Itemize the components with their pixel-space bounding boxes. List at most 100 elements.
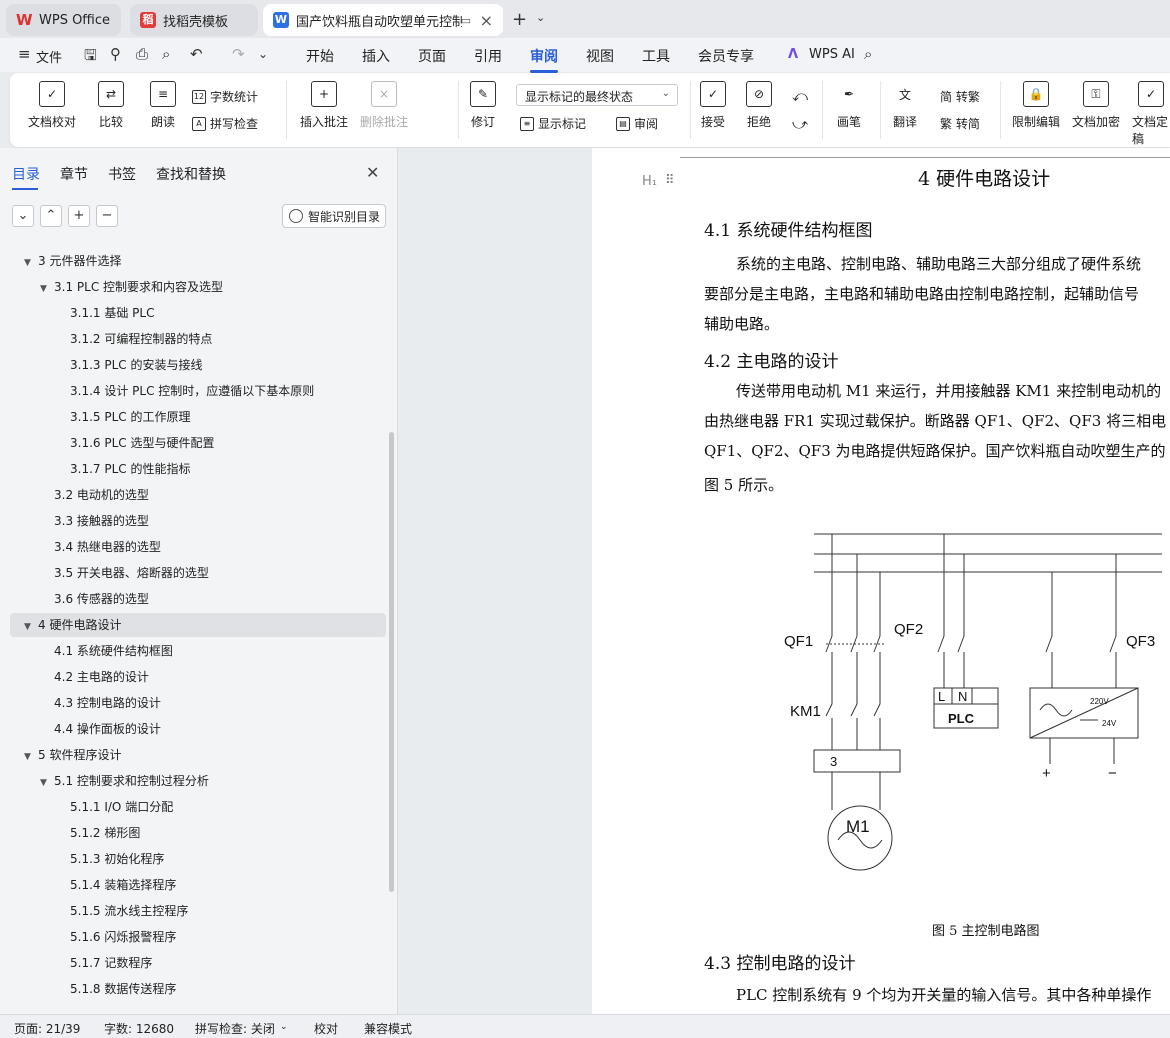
toc-item[interactable]: 5.1.5 流水线主控程序 xyxy=(56,898,188,924)
share-icon[interactable]: ⚲ xyxy=(110,45,121,63)
tab-bookmarks[interactable]: 书签 xyxy=(108,164,136,190)
markup-state-select[interactable]: 显示标记的最终状态 ⌄ xyxy=(516,84,678,106)
add-heading-button[interactable]: + xyxy=(68,205,90,227)
menu-file[interactable]: 文件 xyxy=(36,47,62,66)
toc-item[interactable]: 5.1.4 装箱选择程序 xyxy=(56,872,176,898)
toc-item[interactable]: ▼ 5 软件程序设计 xyxy=(24,742,121,768)
tab-find-replace[interactable]: 查找和替换 xyxy=(156,164,226,190)
menu-review[interactable]: 审阅 xyxy=(530,46,558,73)
toc-item[interactable]: 3.2 电动机的选型 xyxy=(40,482,149,508)
to-traditional-button[interactable]: 简 转繁 xyxy=(940,88,980,105)
toc-item[interactable]: 3.1.7 PLC 的性能指标 xyxy=(56,456,190,482)
toc-item[interactable]: 3.1.5 PLC 的工作原理 xyxy=(56,404,190,430)
toc-item[interactable]: 4.4 操作面板的设计 xyxy=(40,716,161,742)
toc-item[interactable]: 4.1 系统硬件结构框图 xyxy=(40,638,173,664)
encrypt-button[interactable]: ⚿ 文档加密 xyxy=(1072,81,1120,130)
doc-check-button[interactable]: ✓ 文档校对 xyxy=(28,81,76,130)
print-icon[interactable]: ⎙ xyxy=(136,45,148,63)
redo-icon[interactable]: ↷ xyxy=(232,45,245,63)
compare-button[interactable]: ⇄ 比较 xyxy=(98,81,124,130)
menu-home[interactable]: 开始 xyxy=(306,46,334,66)
monitor-icon[interactable]: ▭ xyxy=(461,14,471,27)
more-chevron-icon[interactable]: ⌄ xyxy=(258,47,268,61)
read-aloud-button[interactable]: ≡ 朗读 xyxy=(150,81,176,130)
toc-item[interactable]: ▼ 4 硬件电路设计 xyxy=(24,612,121,638)
menu-insert[interactable]: 插入 xyxy=(362,46,390,66)
insert-comment-button[interactable]: + 插入批注 xyxy=(300,81,348,130)
close-pane-icon[interactable]: ✕ xyxy=(366,163,379,182)
spell-check-status[interactable]: 拼写检查: 关闭 xyxy=(195,1020,275,1037)
revise-button[interactable]: ✎ 修订 xyxy=(470,81,496,130)
expand-down-button[interactable]: ⌄ xyxy=(12,205,34,227)
doc-final-button[interactable]: ✓ 文档定稿 xyxy=(1132,81,1170,147)
tab-docer-templates[interactable]: 稻 找稻壳模板 xyxy=(130,4,258,36)
wps-ai-icon[interactable]: ᐱ xyxy=(788,47,798,62)
word-count-button[interactable]: 12 字数统计 xyxy=(192,88,258,105)
remove-heading-button[interactable]: − xyxy=(96,205,118,227)
menu-reference[interactable]: 引用 xyxy=(474,46,502,66)
proof-status[interactable]: 校对 xyxy=(314,1020,338,1037)
toc-item[interactable]: ▼ 5.1 控制要求和控制过程分析 xyxy=(40,768,209,794)
menu-member[interactable]: 会员专享 xyxy=(698,46,754,66)
toc-item[interactable]: 3.3 接触器的选型 xyxy=(40,508,149,534)
to-simplified-button[interactable]: 繁 转简 xyxy=(940,115,980,132)
smart-toc-button[interactable]: 智能识别目录 xyxy=(282,204,386,228)
menu-wps-ai[interactable]: WPS AI xyxy=(809,47,855,62)
restrict-edit-button[interactable]: 🔒 限制编辑 xyxy=(1012,81,1060,130)
menu-view[interactable]: 视图 xyxy=(586,46,614,66)
next-change-icon[interactable]: ⤻ xyxy=(792,115,808,133)
toc-item[interactable]: 5.1.3 初始化程序 xyxy=(56,846,164,872)
toc-item[interactable]: 5.1.6 闪烁报警程序 xyxy=(56,924,176,950)
expand-triangle-icon[interactable]: ▼ xyxy=(40,276,54,302)
save-icon[interactable]: 🖫 xyxy=(84,45,97,70)
toc-item[interactable]: 3.1.6 PLC 选型与硬件配置 xyxy=(56,430,214,456)
toc-item[interactable]: ▼ 3 元件器件选择 xyxy=(24,248,121,274)
menu-tools[interactable]: 工具 xyxy=(642,46,670,66)
expand-triangle-icon[interactable]: ▼ xyxy=(24,744,38,770)
close-tab-icon[interactable]: × xyxy=(480,11,493,30)
toc-item[interactable]: ▼ 3.1 PLC 控制要求和内容及选型 xyxy=(40,274,223,300)
new-tab-plus-icon[interactable]: + xyxy=(512,9,527,30)
toc-item[interactable]: 3.5 开关电器、熔断器的选型 xyxy=(40,560,209,586)
toc-item[interactable]: 4.2 主电路的设计 xyxy=(40,664,149,690)
tab-chapters[interactable]: 章节 xyxy=(60,164,88,190)
tab-toc[interactable]: 目录 xyxy=(12,164,40,190)
toc-item[interactable]: 5.1.1 I/O 端口分配 xyxy=(56,794,173,820)
toc-item[interactable]: 3.1.3 PLC 的安装与接线 xyxy=(56,352,202,378)
toc-item[interactable]: 3.1.4 设计 PLC 控制时，应遵循以下基本原则 xyxy=(56,378,314,404)
print-preview-icon[interactable]: ⌕ xyxy=(162,45,170,63)
spell-check-button[interactable]: A 拼写检查 xyxy=(192,115,258,132)
pen-button[interactable]: ✒ 画笔 xyxy=(836,81,862,130)
accept-button[interactable]: ✓ 接受 xyxy=(700,81,726,130)
heading-style-icon[interactable]: H₁ xyxy=(642,174,657,189)
toc-item[interactable]: 5.1.8 数据传送程序 xyxy=(56,976,176,1002)
menu-page[interactable]: 页面 xyxy=(418,46,446,66)
expand-triangle-icon[interactable]: ▼ xyxy=(24,614,38,640)
document-page[interactable]: H₁ ⠿ 4 硬件电路设计 4.1 系统硬件结构框图 系统的主电路、控制电路、辅… xyxy=(592,148,1170,1014)
hamburger-menu-icon[interactable]: ≡ xyxy=(18,45,31,63)
review-pane-button[interactable]: ▤ 审阅 xyxy=(616,115,658,132)
toc-item[interactable]: 3.4 热继电器的选型 xyxy=(40,534,161,560)
collapse-up-button[interactable]: ⌃ xyxy=(40,205,62,227)
expand-triangle-icon[interactable]: ▼ xyxy=(40,770,54,796)
undo-icon[interactable]: ↶ xyxy=(190,45,203,63)
word-count-status[interactable]: 字数: 12680 xyxy=(104,1020,174,1037)
expand-triangle-icon[interactable]: ▼ xyxy=(24,250,38,276)
translate-button[interactable]: 文 翻译 xyxy=(892,81,918,130)
tab-document[interactable]: W 国产饮料瓶自动吹塑单元控制系统设计 ▭ × xyxy=(263,4,503,36)
toc-item[interactable]: 3.1.2 可编程控制器的特点 xyxy=(56,326,212,352)
chevron-down-icon[interactable]: ⌄ xyxy=(536,11,545,24)
reject-button[interactable]: ⊘ 拒绝 xyxy=(746,81,772,130)
tab-wps-office[interactable]: W WPS Office xyxy=(6,4,121,36)
toc-item[interactable]: 4.3 控制电路的设计 xyxy=(40,690,161,716)
scrollbar[interactable] xyxy=(389,432,394,892)
toc-item[interactable]: 3.6 传感器的选型 xyxy=(40,586,149,612)
previous-change-icon[interactable]: ⤺ xyxy=(792,87,808,105)
toc-item[interactable]: 5.1.2 梯形图 xyxy=(56,820,140,846)
drag-handle-icon[interactable]: ⠿ xyxy=(665,173,675,188)
delete-comment-button[interactable]: × 删除批注 xyxy=(360,81,408,130)
chevron-down-icon[interactable]: ⌄ xyxy=(280,1022,288,1032)
toc-item[interactable]: 5.1.7 记数程序 xyxy=(56,950,152,976)
show-markup-button[interactable]: ≡ 显示标记 xyxy=(520,115,586,132)
toc-item[interactable]: 3.1.1 基础 PLC xyxy=(56,300,154,326)
